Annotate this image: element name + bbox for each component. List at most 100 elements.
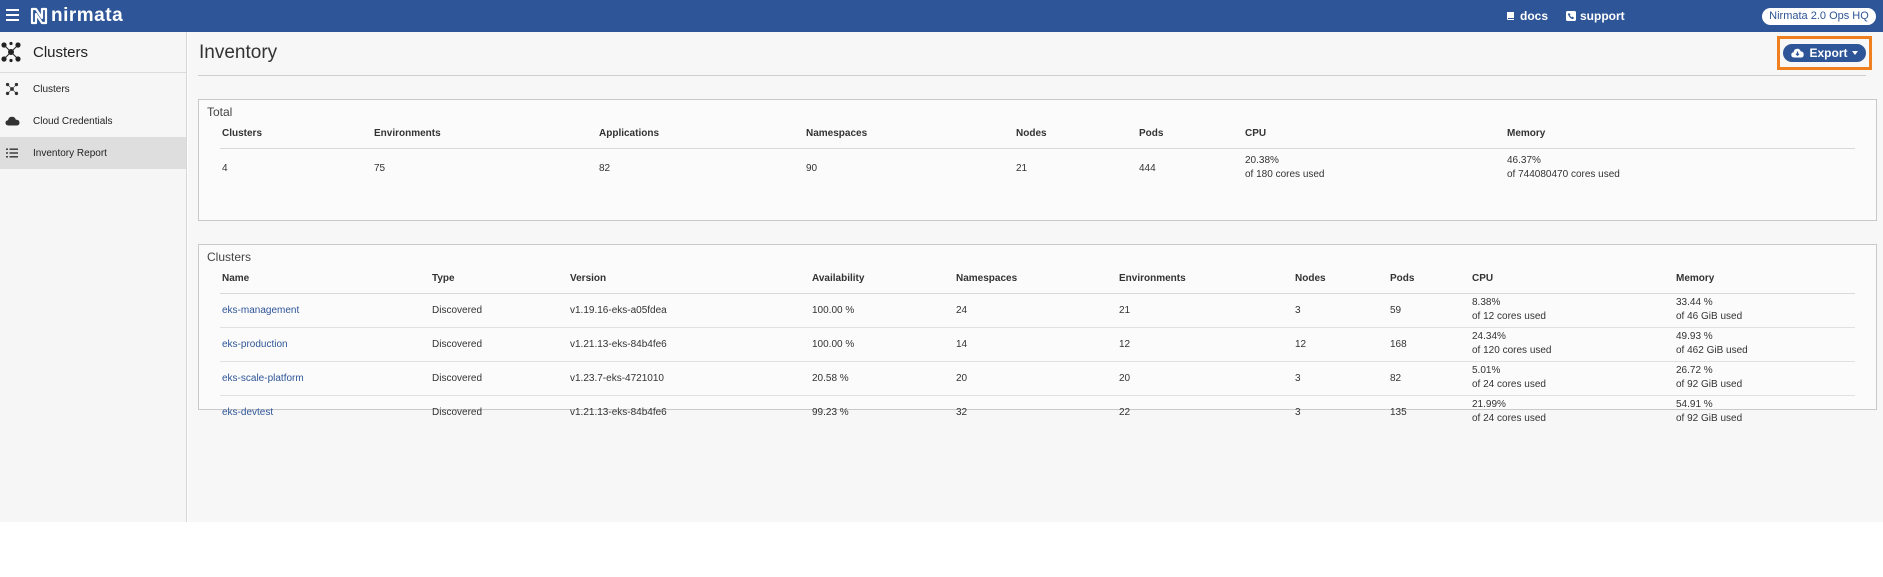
table-row: eks-scale-platform Discovered v1.23.7-ek… <box>220 361 1855 396</box>
column-header: Nodes <box>1014 120 1137 149</box>
sidebar-item-label: Cloud Credentials <box>33 115 113 127</box>
book-icon <box>1507 12 1514 20</box>
cluster-pods: 135 <box>1390 406 1407 418</box>
caret-down-icon <box>1851 51 1858 55</box>
cluster-cpu: 8.38% of 12 cores used <box>1470 293 1674 328</box>
cluster-environments: 12 <box>1117 327 1293 362</box>
total-table: Clusters Environments Applications Names… <box>220 120 1855 188</box>
clusters-icon <box>1 41 21 63</box>
sidebar-item-inventory-report[interactable]: Inventory Report <box>0 137 186 169</box>
memory-capacity: of 744080470 cores used <box>1507 169 1620 181</box>
top-navbar: nirmata docs support Nirmata 2.0 Ops HQ <box>0 0 1883 32</box>
nirmata-logo-icon <box>30 7 48 25</box>
cluster-version: v1.21.13-eks-84b4fe6 <box>570 406 667 418</box>
column-header: Version <box>568 265 810 294</box>
cluster-memory: 49.93 % of 462 GiB used <box>1674 327 1855 362</box>
cluster-namespaces: 24 <box>954 293 1117 328</box>
cluster-namespaces: 14 <box>954 327 1117 362</box>
export-label: Export <box>1809 46 1848 60</box>
memory-percent: 54.91 % <box>1676 399 1713 411</box>
cluster-availability: 99.23 % <box>812 406 849 418</box>
cluster-nodes: 3 <box>1295 406 1301 418</box>
clusters-panel: Clusters Name Type Version Availability … <box>198 244 1877 424</box>
cluster-version: v1.23.7-eks-4721010 <box>568 361 810 396</box>
cluster-link[interactable]: eks-scale-platform <box>222 373 304 384</box>
table-header-row: Name Type Version Availability Namespace… <box>220 265 1855 294</box>
cluster-type: Discovered <box>430 361 568 396</box>
org-selector[interactable]: Nirmata 2.0 Ops HQ <box>1762 8 1876 25</box>
column-header: Environments <box>372 120 597 149</box>
cpu-percent: 8.38% <box>1472 297 1501 308</box>
cloud-icon <box>4 114 20 128</box>
total-environments: 75 <box>374 162 386 174</box>
total-pods: 444 <box>1139 162 1156 174</box>
column-header: Applications <box>597 120 804 149</box>
cluster-link[interactable]: eks-devtest <box>222 407 273 418</box>
column-header: Availability <box>810 265 954 294</box>
cluster-nodes: 12 <box>1293 327 1388 362</box>
cpu-percent: 20.38% <box>1245 155 1279 167</box>
cluster-version: v1.19.16-eks-a05fdea <box>568 293 810 328</box>
brand-logo[interactable]: nirmata <box>30 5 123 27</box>
table-row: eks-devtest Discovered v1.21.13-eks-84b4… <box>220 395 1855 429</box>
memory-capacity: of 92 GiB used <box>1676 413 1743 425</box>
cluster-name-cell: eks-production <box>220 327 430 362</box>
menu-icon[interactable] <box>6 9 19 21</box>
main-content: Inventory Export Total Clusters Environm… <box>188 32 1883 522</box>
memory-capacity: of 46 GiB used <box>1676 311 1743 322</box>
cpu-percent: 24.34% <box>1472 331 1506 342</box>
brand-name: nirmata <box>51 5 124 26</box>
table-row: eks-production Discovered v1.21.13-eks-8… <box>220 327 1855 362</box>
memory-percent: 26.72 % <box>1676 365 1713 376</box>
cluster-name-cell: eks-devtest <box>220 395 430 429</box>
cluster-link[interactable]: eks-management <box>222 305 299 316</box>
cluster-namespaces: 32 <box>956 406 968 418</box>
column-header: Environments <box>1117 265 1293 294</box>
cluster-link[interactable]: eks-production <box>222 339 288 350</box>
table-row: eks-management Discovered v1.19.16-eks-a… <box>220 293 1855 328</box>
cluster-pods: 82 <box>1388 361 1470 396</box>
column-header: CPU <box>1470 265 1674 294</box>
export-button[interactable]: Export <box>1783 44 1866 62</box>
cluster-type: Discovered <box>430 327 568 362</box>
docs-label: docs <box>1520 9 1549 23</box>
column-header: Name <box>220 265 430 294</box>
cluster-memory: 33.44 % of 46 GiB used <box>1674 293 1855 328</box>
sidebar-item-clusters[interactable]: Clusters <box>0 73 186 105</box>
column-header: Pods <box>1388 265 1470 294</box>
cluster-type: Discovered <box>430 293 568 328</box>
support-link[interactable]: support <box>1566 9 1625 23</box>
memory-percent: 33.44 % <box>1676 297 1713 308</box>
cpu-percent: 5.01% <box>1472 365 1501 376</box>
cluster-memory: 54.91 % of 92 GiB used <box>1674 395 1855 429</box>
cluster-cpu: 5.01% of 24 cores used <box>1470 361 1674 396</box>
cluster-pods: 59 <box>1388 293 1470 328</box>
total-nodes: 21 <box>1016 162 1028 174</box>
cpu-capacity: of 120 cores used <box>1472 345 1552 356</box>
cluster-nodes: 3 <box>1293 293 1388 328</box>
table-row: 4 75 82 90 21 444 20.38% of 180 cores us… <box>220 148 1855 188</box>
total-panel: Total Clusters Environments Applications… <box>198 99 1877 221</box>
cpu-percent: 21.99% <box>1472 399 1506 411</box>
sidebar-item-cloud-credentials[interactable]: Cloud Credentials <box>0 105 186 137</box>
divider <box>198 75 1866 76</box>
clusters-panel-title: Clusters <box>207 250 252 264</box>
sidebar-item-label: Clusters <box>33 83 70 95</box>
column-header: Type <box>430 265 568 294</box>
total-memory: 46.37% of 744080470 cores used <box>1505 148 1855 188</box>
cluster-cpu: 21.99% of 24 cores used <box>1470 395 1674 429</box>
cluster-namespaces: 20 <box>954 361 1117 396</box>
column-header: Pods <box>1137 120 1243 149</box>
list-icon <box>4 146 20 160</box>
cluster-name-cell: eks-scale-platform <box>220 361 430 396</box>
phone-icon <box>1566 11 1576 21</box>
sidebar-title: Clusters <box>33 43 89 61</box>
docs-link[interactable]: docs <box>1506 9 1548 23</box>
cluster-cpu: 24.34% of 120 cores used <box>1470 327 1674 362</box>
sidebar: Clusters Clusters Cloud Credentials Inve… <box>0 32 187 522</box>
cluster-type: Discovered <box>432 406 483 418</box>
column-header: CPU <box>1243 120 1505 149</box>
memory-percent: 49.93 % <box>1676 331 1713 342</box>
cpu-capacity: of 12 cores used <box>1472 311 1546 322</box>
column-header: Memory <box>1674 265 1855 294</box>
